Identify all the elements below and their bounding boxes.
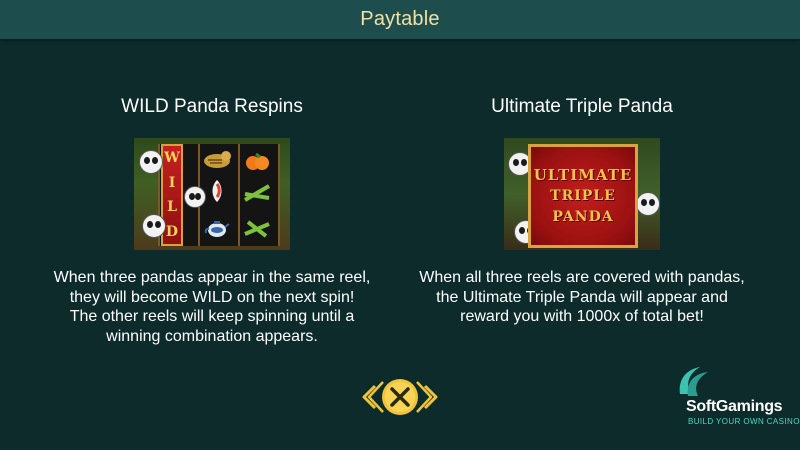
feature-heading: WILD Panda Respins <box>121 96 303 117</box>
koi-fish-icon <box>204 178 230 206</box>
ultimate-triple-panda-banner: ULTIMATE TRIPLE PANDA <box>528 144 638 248</box>
golden-tiger-icon <box>202 148 232 170</box>
brand-name: SoftGamings <box>686 398 783 415</box>
ultimate-triple-panda-image: ULTIMATE TRIPLE PANDA <box>504 138 660 250</box>
panda-icon <box>139 150 163 174</box>
brand-tagline: BUILD YOUR OWN CASINO <box>688 417 800 426</box>
panda-icon <box>142 214 166 238</box>
header-bar: Paytable <box>0 0 800 39</box>
page-title: Paytable <box>360 8 440 30</box>
feature-ultimate-triple-panda: Ultimate Triple Panda ULTIMATE TRIPLE PA… <box>392 96 772 327</box>
bamboo-icon <box>242 218 272 240</box>
chevron-left-icon <box>362 381 384 413</box>
feature-description: When all three reels are covered with pa… <box>419 269 745 325</box>
feature-heading: Ultimate Triple Panda <box>491 96 673 117</box>
panda-icon <box>184 186 206 208</box>
feature-wild-panda-respins: WILD Panda Respins W I L D When three pa… <box>22 96 402 346</box>
teapot-icon <box>204 214 230 240</box>
chevron-right-icon <box>416 381 438 413</box>
feature-description: When three pandas appear in the same ree… <box>53 269 371 345</box>
orange-icon <box>244 150 270 172</box>
softgamings-logo: SoftGamings BUILD YOUR OWN CASINO <box>672 364 800 434</box>
bamboo-icon <box>242 182 272 204</box>
panda-icon <box>636 192 660 216</box>
wild-panda-respins-image: W I L D <box>134 138 290 250</box>
softgamings-logo-icon <box>679 367 708 396</box>
close-button[interactable] <box>361 376 439 418</box>
